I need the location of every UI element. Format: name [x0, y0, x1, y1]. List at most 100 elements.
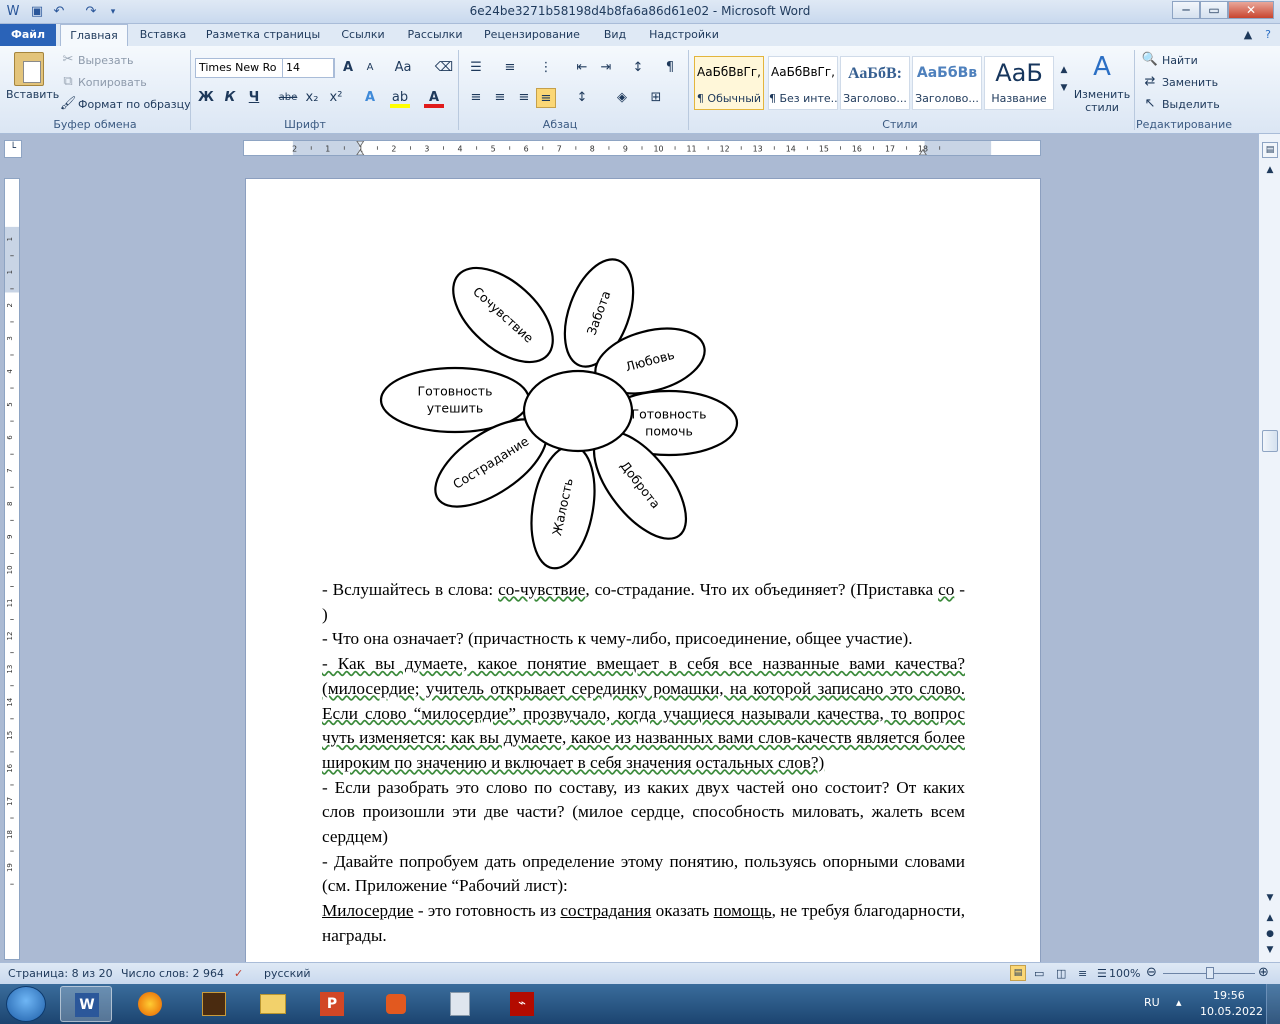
outline-icon[interactable]: ≡: [1078, 967, 1087, 980]
text-effects-icon[interactable]: A: [360, 88, 380, 108]
numbering-icon[interactable]: ≡: [500, 58, 520, 78]
align-center-icon[interactable]: ≡: [490, 88, 510, 108]
tab-insert[interactable]: Вставка: [132, 24, 194, 46]
taskbar-explorer[interactable]: [246, 986, 298, 1022]
decrease-indent-icon[interactable]: ⇤: [572, 58, 592, 78]
find-button[interactable]: Найти: [1162, 54, 1198, 67]
tab-mailings[interactable]: Рассылки: [400, 24, 470, 46]
show-marks-icon[interactable]: ¶: [660, 58, 680, 78]
tab-references[interactable]: Ссылки: [334, 24, 392, 46]
browse-object-icon[interactable]: ●: [1262, 926, 1278, 942]
zoom-out-icon[interactable]: ⊖: [1146, 965, 1157, 980]
scroll-down-icon[interactable]: ▼: [1262, 890, 1278, 906]
shading-icon[interactable]: ◈: [612, 88, 632, 108]
superscript-icon[interactable]: x²: [326, 88, 346, 108]
minimize-button[interactable]: ─: [1172, 1, 1200, 19]
grow-font-icon[interactable]: A: [338, 58, 358, 78]
cut-icon[interactable]: ✂: [58, 50, 78, 70]
start-button[interactable]: [6, 986, 46, 1022]
replace-button[interactable]: Заменить: [1162, 76, 1218, 89]
document-text[interactable]: - Вслушайтесь в слова: со-чувствие, со-с…: [322, 578, 965, 949]
draft-icon[interactable]: ☰: [1097, 967, 1107, 980]
restore-button[interactable]: ▭: [1200, 1, 1228, 19]
borders-icon[interactable]: ⊞: [646, 88, 666, 108]
taskbar-calculator[interactable]: [434, 986, 486, 1022]
italic-icon[interactable]: К: [220, 88, 240, 108]
clock-time[interactable]: 19:56: [1213, 989, 1245, 1002]
format-painter-icon[interactable]: 🖌: [58, 94, 78, 114]
subscript-icon[interactable]: x₂: [302, 88, 322, 108]
collapse-ribbon-icon[interactable]: ▲: [1240, 24, 1256, 46]
language-indicator[interactable]: русский: [264, 967, 311, 980]
taskbar-powerpoint[interactable]: P: [306, 986, 358, 1022]
font-size-field[interactable]: 14: [282, 58, 334, 78]
vertical-ruler[interactable]: 112345678910111213141516171819: [4, 178, 20, 960]
scroll-up-icon[interactable]: ▲: [1262, 162, 1278, 178]
taskbar-media[interactable]: [370, 986, 422, 1022]
tab-home[interactable]: Главная: [60, 24, 128, 47]
clear-formatting-icon[interactable]: ⌫: [434, 58, 454, 78]
bullets-icon[interactable]: ☰: [466, 58, 486, 78]
taskbar-firefox[interactable]: [124, 986, 176, 1022]
format-painter-button[interactable]: Формат по образцу: [78, 98, 191, 111]
view-ruler-icon[interactable]: ▤: [1262, 142, 1278, 158]
spelling-icon[interactable]: ✓: [234, 967, 243, 980]
tab-addins[interactable]: Надстройки: [644, 24, 724, 46]
zoom-in-icon[interactable]: ⊕: [1258, 965, 1269, 980]
help-icon[interactable]: ?: [1260, 24, 1276, 46]
scrollbar-thumb[interactable]: [1262, 430, 1278, 452]
previous-page-icon[interactable]: ▲: [1262, 910, 1278, 926]
copy-icon[interactable]: ⧉: [58, 72, 78, 92]
taskbar-game[interactable]: [188, 986, 240, 1022]
increase-indent-icon[interactable]: ⇥: [596, 58, 616, 78]
word-count[interactable]: Число слов: 2 964: [121, 967, 224, 980]
select-button[interactable]: Выделить: [1162, 98, 1220, 111]
style-normal[interactable]: АаБбВвГг, ¶ Обычный: [694, 56, 764, 110]
close-button[interactable]: ✕: [1228, 1, 1274, 19]
align-left-icon[interactable]: ≡: [466, 88, 486, 108]
clock-date[interactable]: 10.05.2022: [1200, 1005, 1263, 1018]
full-screen-icon[interactable]: ▭: [1034, 967, 1044, 980]
input-language[interactable]: RU: [1144, 996, 1160, 1009]
multilevel-list-icon[interactable]: ⋮: [536, 58, 556, 78]
bold-icon[interactable]: Ж: [196, 88, 216, 108]
tab-selector-icon[interactable]: └: [4, 140, 22, 158]
tab-page-layout[interactable]: Разметка страницы: [200, 24, 326, 46]
change-case-icon[interactable]: Aa: [390, 58, 416, 78]
cut-button[interactable]: Вырезать: [78, 54, 133, 67]
taskbar-pdf[interactable]: ⌁: [496, 986, 548, 1022]
horizontal-ruler[interactable]: 2 1 1 2 3 4 5 6 7 8 9 10 11 12 13 14 15 16 17 18: [243, 140, 1041, 156]
style-heading2[interactable]: АаБбВв Заголово...: [912, 56, 982, 110]
style-title[interactable]: АаБ Название: [984, 56, 1054, 110]
page-count[interactable]: Страница: 8 из 20: [8, 967, 113, 980]
find-icon[interactable]: 🔍: [1140, 50, 1160, 70]
paste-icon[interactable]: [14, 52, 44, 86]
select-icon[interactable]: ↖: [1140, 94, 1160, 114]
line-spacing-icon[interactable]: ↕: [572, 88, 592, 108]
highlight-icon[interactable]: ab: [390, 88, 410, 108]
shrink-font-icon[interactable]: A: [360, 58, 380, 78]
tab-view[interactable]: Вид: [596, 24, 634, 46]
zoom-slider-thumb[interactable]: [1206, 967, 1214, 979]
styles-scroll-down-icon[interactable]: ▼: [1054, 78, 1074, 98]
underline-icon[interactable]: Ч: [244, 88, 264, 108]
copy-button[interactable]: Копировать: [78, 76, 147, 89]
zoom-level[interactable]: 100%: [1109, 967, 1140, 980]
font-color-icon[interactable]: A: [424, 88, 444, 108]
styles-scroll-up-icon[interactable]: ▲: [1054, 60, 1074, 80]
change-styles-icon[interactable]: A: [1088, 52, 1116, 82]
vertical-scrollbar[interactable]: ▤ ▲ ▼ ▲ ● ▼: [1258, 134, 1280, 962]
paste-button[interactable]: Вставить: [6, 88, 59, 101]
print-layout-icon[interactable]: ▤: [1010, 965, 1026, 981]
change-styles-button[interactable]: Изменить стили: [1072, 88, 1132, 114]
style-no-spacing[interactable]: АаБбВвГг, ¶ Без инте...: [768, 56, 838, 110]
next-page-icon[interactable]: ▼: [1262, 942, 1278, 958]
justify-icon[interactable]: ≡: [536, 88, 556, 108]
style-heading1[interactable]: АаБбВ: Заголово...: [840, 56, 910, 110]
tab-review[interactable]: Рецензирование: [478, 24, 586, 46]
sort-icon[interactable]: ↕: [628, 58, 648, 78]
web-layout-icon[interactable]: ◫: [1056, 967, 1066, 980]
align-right-icon[interactable]: ≡: [514, 88, 534, 108]
show-desktop-button[interactable]: [1266, 984, 1280, 1024]
tray-arrow-icon[interactable]: ▴: [1176, 996, 1182, 1009]
